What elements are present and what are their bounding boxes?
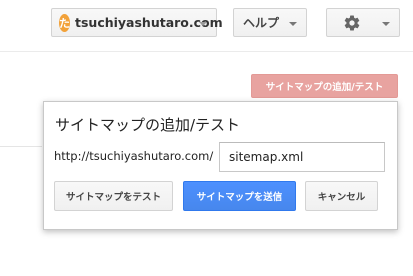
cancel-button[interactable]: キャンセル (305, 181, 378, 211)
chevron-down-icon (289, 22, 297, 26)
add-test-sitemap-button[interactable]: サイトマップの追加/テスト (251, 74, 398, 98)
url-prefix: http://tsuchiyashutaro.com/ (54, 149, 214, 163)
sitemap-path-input[interactable] (219, 142, 385, 172)
submit-sitemap-button[interactable]: サイトマップを送信 (183, 181, 296, 211)
background-divider (0, 146, 42, 147)
help-button[interactable]: ヘルプ (233, 8, 307, 37)
dialog-title: サイトマップの追加/テスト (55, 116, 241, 134)
gear-icon (344, 15, 360, 31)
add-sitemap-dialog: サイトマップの追加/テスト http://tsuchiyashutaro.com… (43, 101, 398, 230)
chevron-down-icon (199, 22, 207, 26)
site-selector[interactable]: た tsuchiyashutaro.com (51, 8, 223, 37)
site-avatar: た (59, 13, 70, 32)
settings-button[interactable] (326, 8, 400, 37)
help-label: ヘルプ (243, 16, 280, 30)
chevron-down-icon (382, 22, 390, 26)
header-divider (0, 51, 413, 52)
test-sitemap-button[interactable]: サイトマップをテスト (54, 181, 173, 211)
